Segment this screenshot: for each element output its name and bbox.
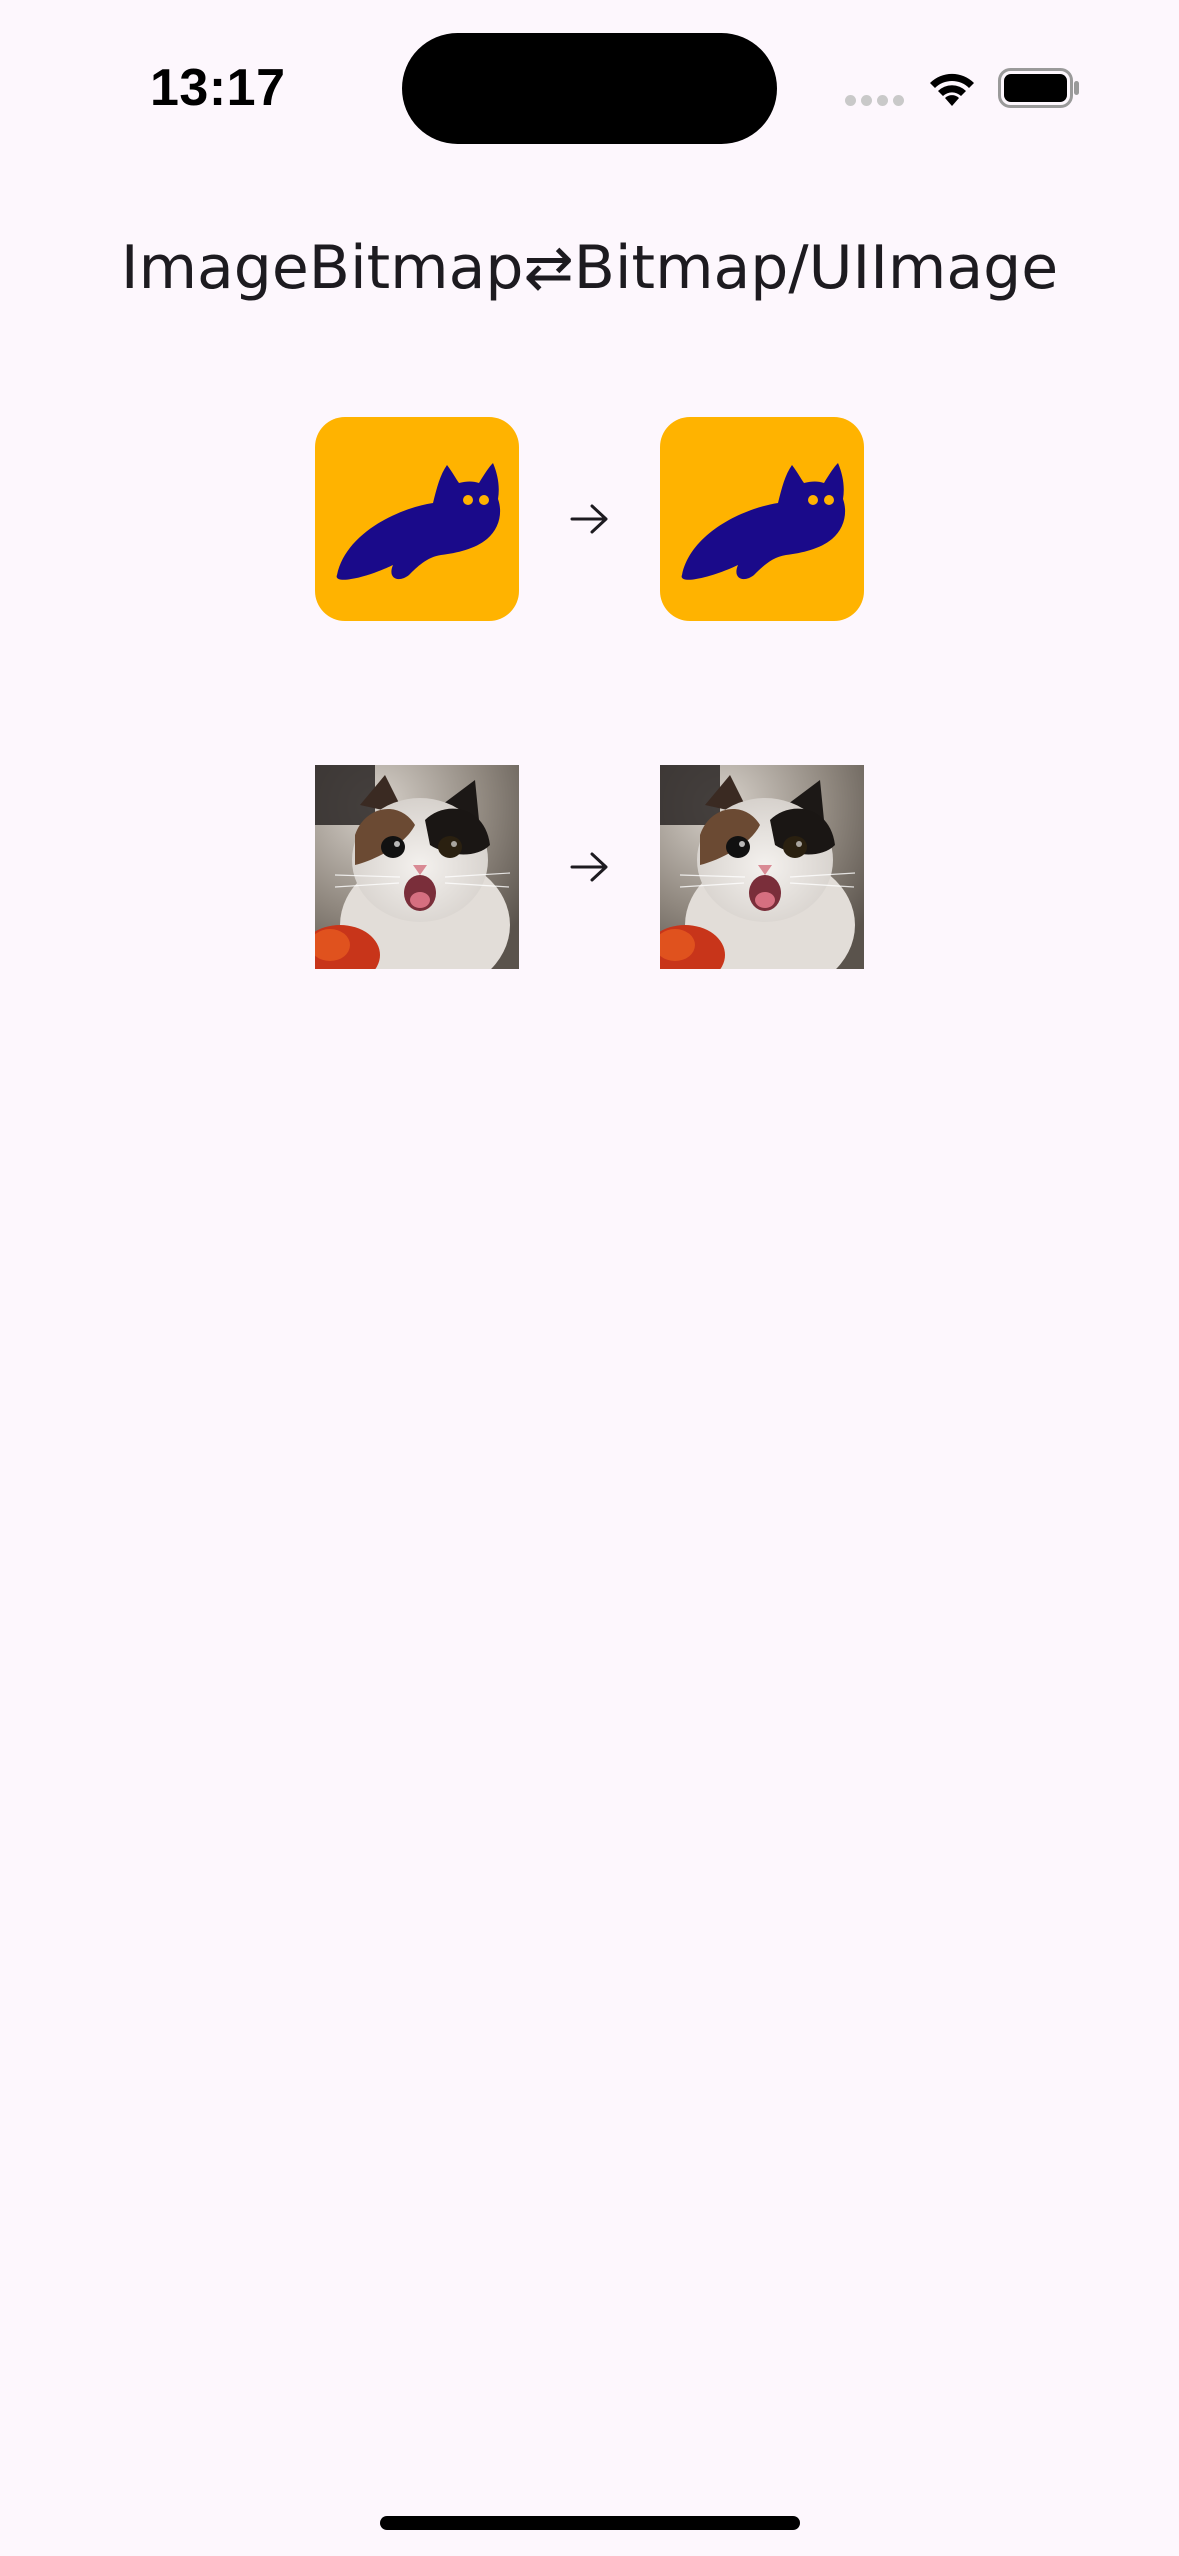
cat-photo-image — [315, 765, 519, 969]
status-time: 13:17 — [150, 59, 286, 117]
app-screen: 13:17 ImageBitmap⇄Bitmap/UIImage — [0, 0, 1179, 2556]
page-title: ImageBitmap⇄Bitmap/UIImage — [120, 233, 1059, 303]
dynamic-island — [402, 33, 777, 144]
compose-logo-image — [315, 417, 519, 621]
conversion-row — [315, 765, 864, 969]
cat-photo-image — [660, 765, 864, 969]
compose-logo-image — [660, 417, 864, 621]
arrow-right-icon — [570, 852, 608, 882]
arrow-right-icon — [570, 504, 608, 534]
home-indicator[interactable] — [380, 2516, 800, 2530]
wifi-icon — [930, 73, 974, 106]
battery-icon — [998, 68, 1079, 108]
signal-dots-icon — [845, 95, 905, 107]
conversion-row — [315, 417, 864, 621]
